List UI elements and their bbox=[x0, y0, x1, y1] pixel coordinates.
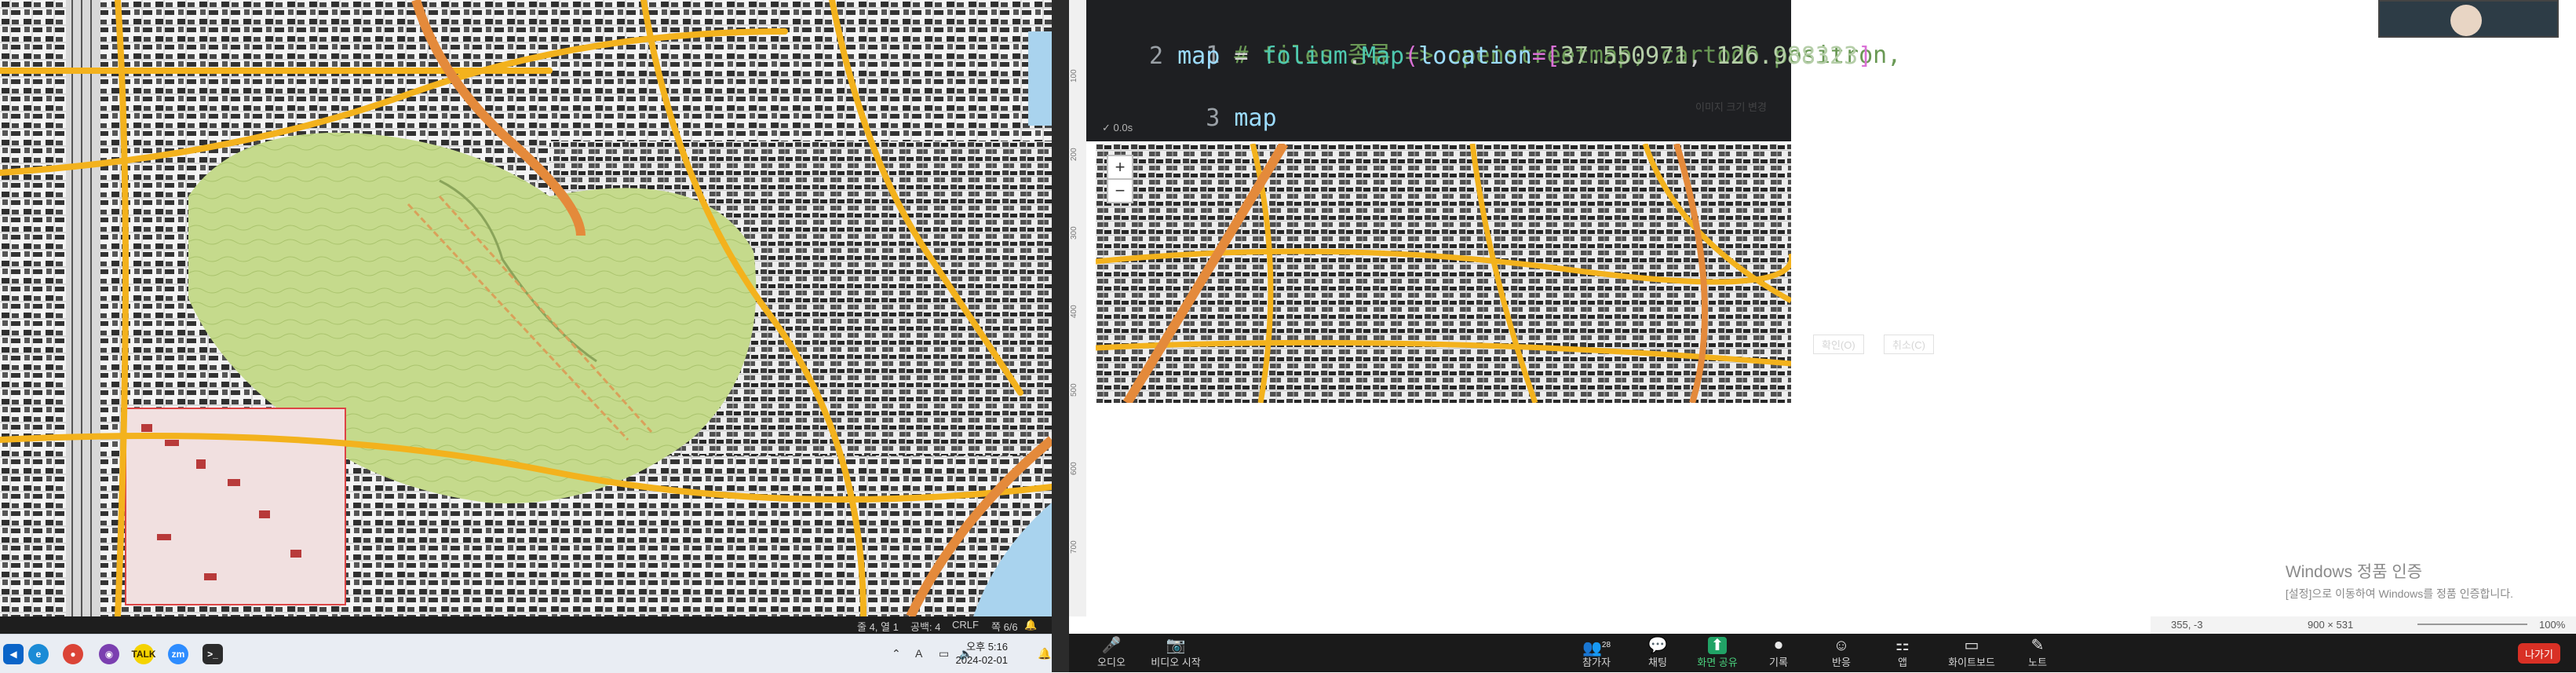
record-icon: ⏺ bbox=[1775, 637, 1782, 654]
windows-taskbar: ◀ e ● ◉ TALK zm >_ ⌃ A ▭ 🔈 오후 5:16 2024-… bbox=[0, 634, 1052, 673]
notification-icon[interactable]: 🔔 bbox=[1038, 647, 1051, 660]
video-button[interactable]: 📷 비디오 시작 bbox=[1144, 637, 1207, 669]
share-screen-button[interactable]: ⬆ 화면 공유 bbox=[1686, 637, 1749, 669]
windows-activation-watermark: Windows 정품 인증 [설정]으로 이동하여 Windows를 정품 인증… bbox=[2285, 563, 2513, 600]
clock-date: 2024-02-01 bbox=[955, 654, 1009, 666]
notebook-cell[interactable]: 1 # tiles 종류 => openstreetmap, cartodb p… bbox=[1086, 0, 1901, 141]
app-icon[interactable]: ◉ bbox=[99, 644, 119, 664]
chevron-up-icon[interactable]: ⌃ bbox=[892, 647, 901, 660]
line-ending[interactable]: CRLF bbox=[952, 619, 979, 631]
camera-icon: 📷 bbox=[1166, 637, 1186, 654]
notes-button[interactable]: ✎ 노트 bbox=[2006, 637, 2069, 669]
notes-icon: ✎ bbox=[2031, 637, 2045, 654]
edge-icon[interactable]: e bbox=[28, 644, 49, 664]
image-size: 900 × 531 bbox=[2308, 619, 2354, 631]
chrome-icon[interactable]: ● bbox=[63, 644, 83, 664]
reactions-icon: ☺ bbox=[1833, 637, 1850, 654]
map-zoom-in-button[interactable]: + bbox=[1107, 155, 1133, 180]
chat-icon: 💬 bbox=[1647, 637, 1668, 654]
avatar bbox=[2450, 5, 2482, 36]
ime-indicator[interactable]: A bbox=[915, 647, 922, 660]
share-screen-icon: ⬆ bbox=[1708, 637, 1727, 654]
indent-spaces[interactable]: 공백: 4 bbox=[910, 619, 940, 634]
split-divider bbox=[1052, 0, 1069, 672]
cursor-position[interactable]: 줄 4, 열 1 bbox=[857, 619, 899, 634]
windows-logo-icon[interactable]: ◀ bbox=[3, 644, 24, 664]
bell-icon[interactable]: 🔔 bbox=[1024, 619, 1037, 631]
zoom-level: 100% bbox=[2539, 619, 2566, 631]
leave-meeting-button[interactable]: 나가기 bbox=[2518, 643, 2560, 664]
zoom-slider[interactable] bbox=[2417, 624, 2527, 625]
execution-time: ✓ 0.0s bbox=[1102, 122, 1133, 134]
participants-button[interactable]: 👥28 참가자 bbox=[1565, 637, 1628, 669]
participant-video-thumbnail[interactable] bbox=[2378, 0, 2559, 38]
audio-button[interactable]: 🎤 오디오 bbox=[1080, 637, 1143, 669]
zoom-icon[interactable]: zm bbox=[168, 644, 188, 664]
apps-button[interactable]: ⚏ 앱 bbox=[1871, 637, 1934, 669]
network-icon[interactable]: ▭ bbox=[939, 647, 949, 660]
whiteboard-icon: ▭ bbox=[1964, 637, 1979, 654]
record-button[interactable]: ⏺ 기록 bbox=[1747, 637, 1810, 669]
code-line-2[interactable]: 2 map = folium.Map(location=[37.550971, … bbox=[1149, 42, 1872, 70]
vertical-ruler: 100 200 300 400 500 600 700 bbox=[1069, 0, 1087, 616]
cursor-coordinates: 355, -3 bbox=[2171, 619, 2203, 631]
chat-button[interactable]: 💬 채팅 bbox=[1626, 637, 1689, 669]
editor-statusbar: 줄 4, 열 1 공백: 4 CRLF 쪽 6/6 🔔 bbox=[0, 616, 1052, 634]
apps-icon: ⚏ bbox=[1896, 637, 1910, 654]
zoom-meeting-toolbar: 🎤 오디오 📷 비디오 시작 👥28 참가자 💬 채팅 ⬆ 화면 공유 ⏺ 기록 ☺ 반응 ⚏… bbox=[1069, 634, 2576, 672]
map-canvas[interactable] bbox=[0, 0, 1052, 616]
map-viewer[interactable] bbox=[0, 0, 1052, 616]
participants-icon: 👥28 bbox=[1582, 639, 1611, 657]
terminal-icon[interactable]: >_ bbox=[203, 644, 223, 664]
notebook-map-output[interactable]: + − bbox=[1096, 144, 1791, 403]
map-zoom-out-button[interactable]: − bbox=[1107, 178, 1133, 203]
taskbar-clock[interactable]: 오후 5:16 2024-02-01 bbox=[956, 640, 1009, 667]
reactions-button[interactable]: ☺ 반응 bbox=[1810, 637, 1873, 669]
whiteboard-button[interactable]: ▭ 화이트보드 bbox=[1940, 637, 2003, 669]
microphone-icon: 🎤 bbox=[1101, 637, 1122, 654]
kakaotalk-icon[interactable]: TALK bbox=[131, 644, 156, 664]
clock-time: 오후 5:16 bbox=[966, 641, 1008, 653]
folium-map-canvas[interactable] bbox=[1096, 144, 1791, 403]
ghost-dialog: 이미지 크기 변경 확인(O) 취소(C) bbox=[1695, 94, 1947, 361]
image-statusbar: 355, -3 900 × 531 100% bbox=[2151, 616, 2576, 634]
page-indicator: 쪽 6/6 bbox=[991, 621, 1018, 633]
